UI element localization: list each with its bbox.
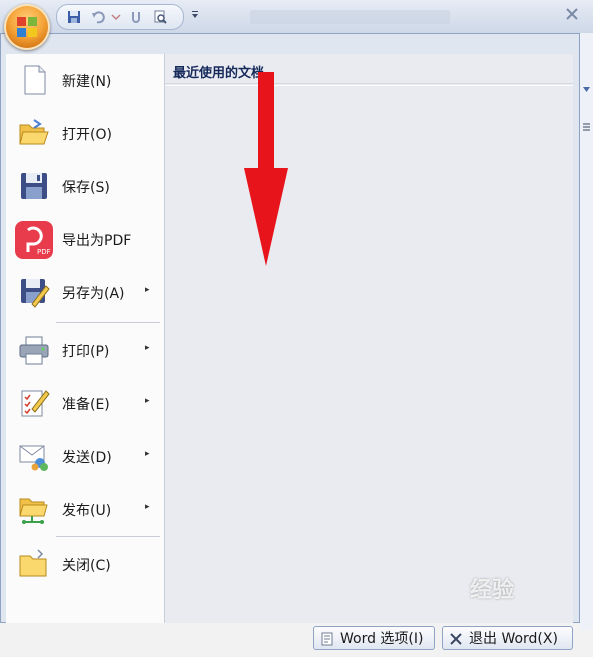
publish-icon xyxy=(19,498,48,524)
undo-dropdown-icon[interactable] xyxy=(109,10,123,24)
menu-separator xyxy=(56,536,160,537)
menu-item-prepare[interactable]: 准备(E) ▸ xyxy=(6,377,164,427)
recent-title-divider-highlight xyxy=(165,85,573,86)
printer-icon xyxy=(19,336,49,365)
save-icon[interactable] xyxy=(67,10,81,24)
menu-item-label: 关闭(C) xyxy=(62,558,111,574)
menu-item-save[interactable]: 保存(S) xyxy=(6,160,164,210)
redo-icon[interactable] xyxy=(129,10,143,24)
menu-item-publish[interactable]: 发布(U) ▸ xyxy=(6,483,164,533)
submenu-arrow-icon: ▸ xyxy=(145,449,150,459)
office-button[interactable] xyxy=(4,4,50,50)
menu-commands-pane: 新建(N) 打开(O) 保存(S) PDF 导出为PDF 另存为(A) ▸ 打印… xyxy=(6,54,165,623)
submenu-arrow-icon: ▸ xyxy=(145,285,150,295)
align-lines-icon xyxy=(583,123,590,131)
menu-item-send[interactable]: 发送(D) ▸ xyxy=(6,430,164,480)
menu-item-label: 打印(P) xyxy=(62,344,110,360)
menu-item-close[interactable]: 关闭(C) xyxy=(6,538,164,588)
options-document-icon xyxy=(321,632,333,646)
open-folder-icon xyxy=(19,119,49,145)
background-window-edge xyxy=(580,33,593,630)
ribbon-dropdown-icon xyxy=(583,87,590,92)
menu-item-label: 发送(D) xyxy=(62,450,112,466)
office-logo-icon xyxy=(17,17,37,37)
word-options-label: Word 选项(I) xyxy=(340,631,424,647)
office-menu: 新建(N) 打开(O) 保存(S) PDF 导出为PDF 另存为(A) ▸ 打印… xyxy=(0,33,580,650)
menu-item-label: 准备(E) xyxy=(62,397,110,413)
submenu-arrow-icon: ▸ xyxy=(145,396,150,406)
save-disk-icon xyxy=(21,173,47,199)
menu-separator xyxy=(56,322,160,323)
exit-x-icon xyxy=(450,633,462,645)
print-preview-icon[interactable] xyxy=(153,10,167,24)
menu-item-label: 打开(O) xyxy=(62,127,112,143)
window-title-placeholder xyxy=(250,10,450,24)
exit-word-label: 退出 Word(X) xyxy=(469,631,558,647)
svg-text:PDF: PDF xyxy=(37,248,51,256)
menu-item-label: 新建(N) xyxy=(62,74,112,90)
quick-access-group xyxy=(56,4,184,30)
menu-item-export-pdf[interactable]: PDF 导出为PDF xyxy=(6,213,164,263)
save-as-icon xyxy=(21,279,50,308)
menu-bottom-bar: Word 选项(I) 退出 Word(X) xyxy=(1,623,581,657)
menu-item-print[interactable]: 打印(P) ▸ xyxy=(6,324,164,374)
recent-title-divider xyxy=(165,83,573,84)
new-document-icon xyxy=(24,65,46,95)
customize-toolbar-icon[interactable] xyxy=(190,10,200,20)
menu-item-new[interactable]: 新建(N) xyxy=(6,54,164,104)
menu-item-save-as[interactable]: 另存为(A) ▸ xyxy=(6,266,164,316)
red-down-arrow-annotation xyxy=(244,72,288,266)
menu-item-open[interactable]: 打开(O) xyxy=(6,107,164,157)
menu-item-label: 发布(U) xyxy=(62,503,112,519)
submenu-arrow-icon: ▸ xyxy=(145,502,150,512)
prepare-icon xyxy=(21,390,50,417)
window-close-icon[interactable] xyxy=(565,7,579,21)
pdf-export-icon: PDF xyxy=(15,221,53,259)
recent-documents-pane: 最近使用的文档 xyxy=(165,54,573,623)
menu-item-label: 另存为(A) xyxy=(62,286,125,302)
menu-item-label: 导出为PDF xyxy=(62,233,132,249)
close-folder-icon xyxy=(19,549,47,577)
undo-icon[interactable] xyxy=(91,10,105,24)
submenu-arrow-icon: ▸ xyxy=(145,343,150,353)
menu-item-label: 保存(S) xyxy=(62,180,110,196)
send-icon xyxy=(19,445,48,471)
quick-access-toolbar xyxy=(0,0,593,34)
